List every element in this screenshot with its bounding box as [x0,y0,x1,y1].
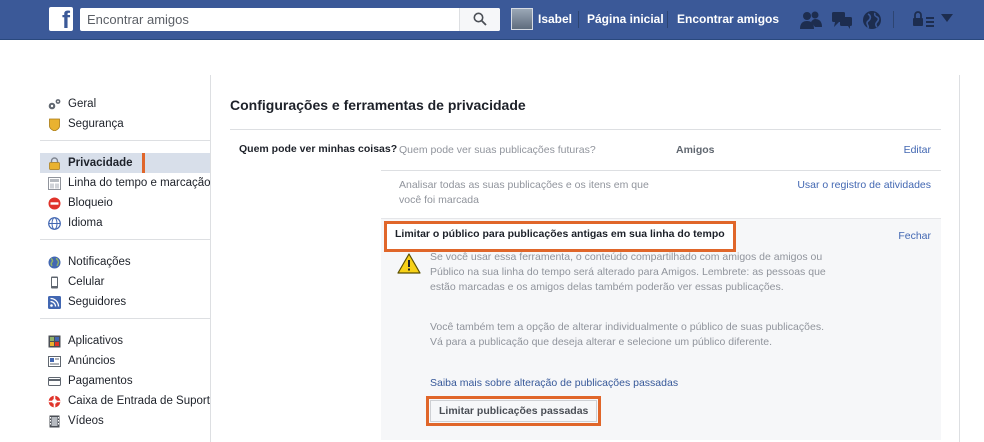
close-link[interactable]: Fechar [898,229,931,244]
row-question: Quem pode ver suas publicações futuras? [399,144,596,156]
sidebar-item-label: Seguidores [68,296,127,308]
sidebar-group-privacy: Privacidade Linha do tempo e marcação Bl… [40,141,210,240]
profile-link[interactable]: Isabel [538,12,572,26]
search-input[interactable] [80,8,450,31]
nav-divider [893,11,894,28]
activity-log-link[interactable]: Usar o registro de atividades [797,178,931,193]
top-navigation-bar: f Isabel Página inicial Encontrar amigos [0,0,984,40]
sidebar-item-label: Linha do tempo e marcação [68,177,210,189]
page-title: Configurações e ferramentas de privacida… [230,97,526,113]
sidebar-item-notifications[interactable]: Notificações [40,252,210,272]
gear-icon [48,99,61,110]
messages-icon[interactable] [831,10,853,30]
apps-icon [48,335,61,348]
sidebar-item-timeline[interactable]: Linha do tempo e marcação [40,173,210,193]
sidebar-item-general[interactable]: Geral [40,94,210,114]
sidebar-group-apps: Aplicativos Anúncios Pagamentos Caixa de… [40,319,210,437]
limit-past-posts-button[interactable]: Limitar publicações passadas [425,396,602,426]
sidebar-group-account: Geral Segurança [40,90,210,141]
sidebar-item-videos[interactable]: Vídeos [40,411,210,431]
card-icon [48,377,61,386]
lifebuoy-icon [48,395,61,408]
sidebar-item-label: Celular [68,276,105,288]
edit-link[interactable]: Editar [904,143,931,158]
avatar[interactable] [511,8,533,30]
sidebar-item-mobile[interactable]: Celular [40,272,210,292]
find-friends-link[interactable]: Encontrar amigos [677,12,779,26]
sidebar-item-label: Aplicativos [68,335,123,347]
sidebar-item-privacy[interactable]: Privacidade [40,153,210,173]
account-chevron-icon[interactable] [941,14,953,23]
facebook-logo-letter: f [62,7,70,34]
row-value: Amigos [676,144,715,156]
mobile-icon [51,276,58,289]
sidebar-item-payments[interactable]: Pagamentos [40,371,210,391]
block-icon [48,197,61,210]
sidebar-item-label: Caixa de Entrada de Suporte [68,395,210,407]
sidebar-item-label: Pagamentos [68,375,133,387]
warning-icon [397,253,421,274]
sidebar-item-label: Idioma [68,217,103,229]
friend-requests-icon[interactable] [800,10,822,30]
shield-badge-icon [49,118,60,131]
privacy-settings-panel: Configurações e ferramentas de privacida… [210,75,960,442]
sidebar-item-label: Vídeos [68,415,104,427]
sidebar-item-label: Bloqueio [68,197,113,209]
sidebar-item-blocking[interactable]: Bloqueio [40,193,210,213]
row-divider [381,170,941,171]
row-question: Analisar todas as suas publicações e os … [399,179,649,206]
sidebar-item-label: Geral [68,98,97,110]
title-divider [230,129,941,130]
search-icon [473,12,487,26]
facebook-logo[interactable]: f [49,7,73,34]
sidebar-item-label: Anúncios [68,355,116,367]
limit-past-posts-title: Limitar o público para publicações antig… [384,221,736,252]
globe-icon [48,256,61,269]
rss-icon [48,296,61,309]
sidebar-item-label: Segurança [68,118,124,130]
nav-divider [667,11,668,28]
film-icon [49,415,60,428]
section-label: Quem pode ver minhas coisas? [239,143,398,155]
sidebar-item-apps[interactable]: Aplicativos [40,331,210,351]
sidebar-item-followers[interactable]: Seguidores [40,292,210,312]
timeline-icon [48,177,61,190]
info-text: Você também tem a opção de alterar indiv… [430,321,824,348]
lock-icon [49,157,60,170]
search-box [80,8,500,31]
sidebar-item-support-inbox[interactable]: Caixa de Entrada de Suporte [40,391,210,411]
privacy-shortcuts-lock-icon[interactable] [912,10,936,30]
language-globe-icon [48,217,61,230]
sidebar-group-notifications: Notificações Celular Seguidores [40,240,210,319]
sidebar-item-language[interactable]: Idioma [40,213,210,233]
sidebar-item-security[interactable]: Segurança [40,114,210,134]
warning-text: Se você usar essa ferramenta, o conteúdo… [430,251,826,293]
nav-divider [578,11,579,28]
home-link[interactable]: Página inicial [587,12,664,26]
learn-more-link[interactable]: Saiba mais sobre alteração de publicaçõe… [430,376,678,391]
notifications-globe-icon[interactable] [862,10,882,30]
settings-sidebar: Geral Segurança Privacidade Linha do tem… [40,90,210,437]
sidebar-item-label: Notificações [68,256,131,268]
ads-icon [48,356,61,367]
search-button[interactable] [459,8,500,31]
sidebar-item-ads[interactable]: Anúncios [40,351,210,371]
